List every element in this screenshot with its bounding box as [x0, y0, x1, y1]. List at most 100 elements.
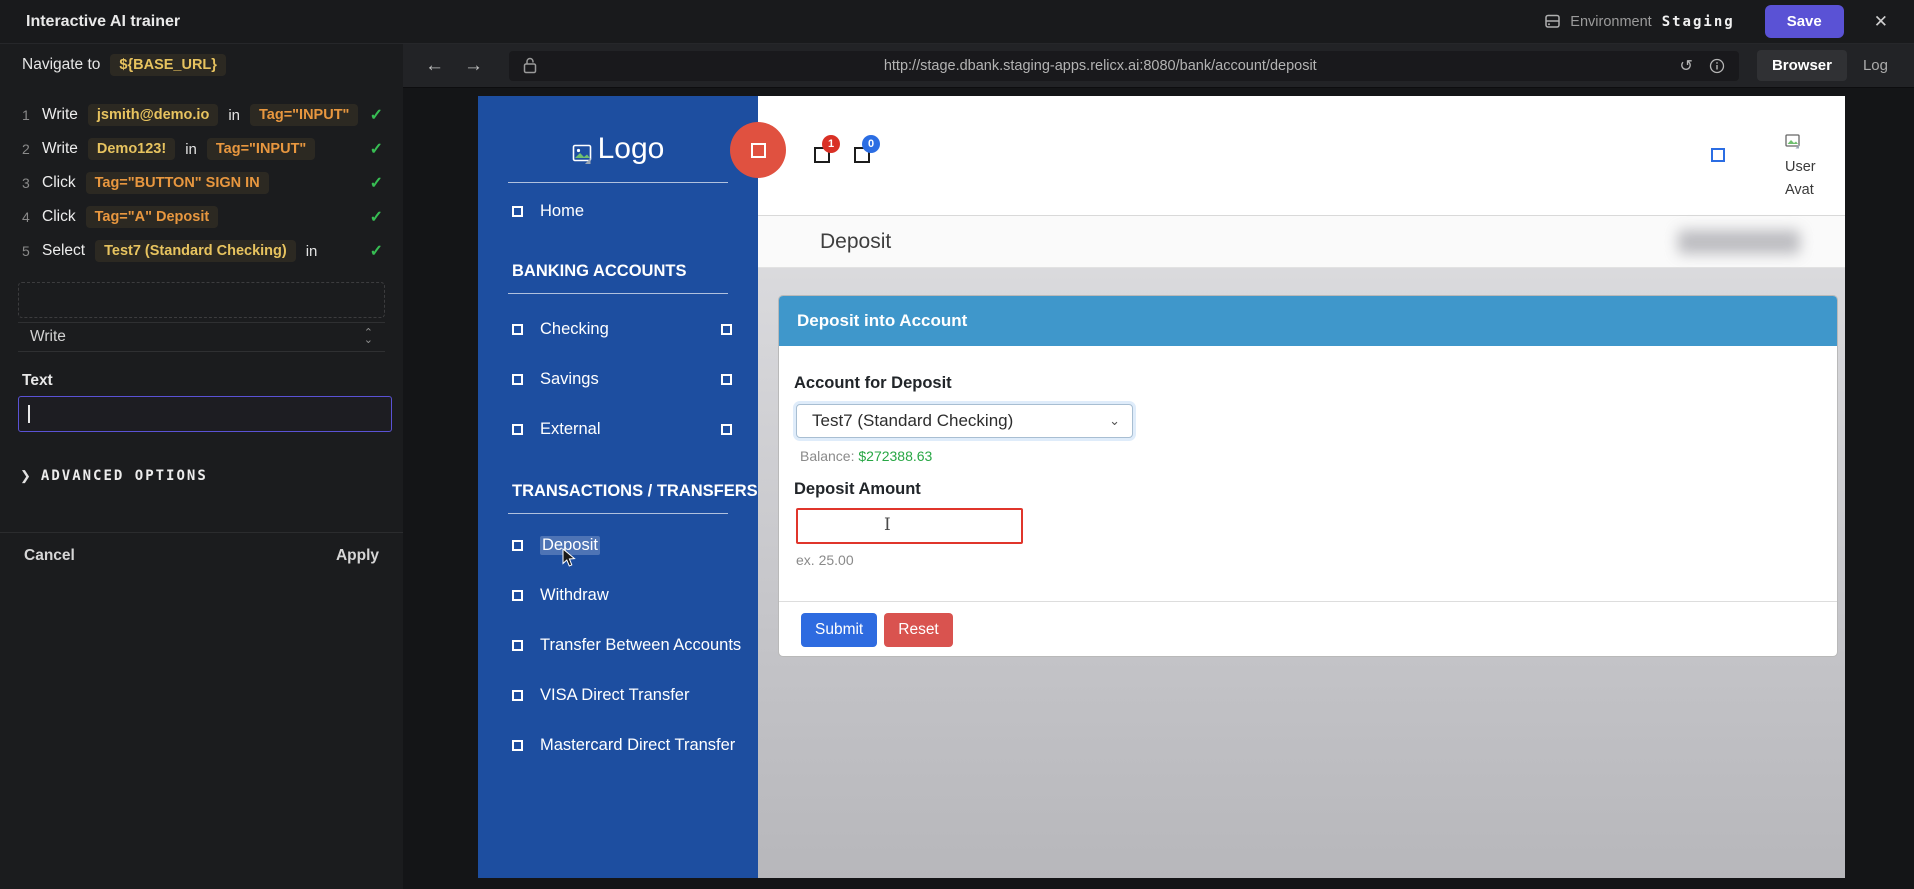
step-row-3[interactable]: 3 Click Tag="BUTTON" SIGN IN ✓ — [0, 166, 403, 200]
sidebar-item-home[interactable]: Home — [478, 196, 758, 226]
step-selector-token: Tag="BUTTON" SIGN IN — [86, 172, 269, 194]
section-title-transactions: TRANSACTIONS / TRANSFERS — [478, 482, 758, 501]
sidebar-item-visa-direct-transfer[interactable]: VISA Direct Transfer — [478, 680, 758, 710]
refresh-icon[interactable]: ↺ — [1680, 56, 1693, 76]
step-value-token: Test7 (Standard Checking) — [95, 240, 296, 262]
broken-image-icon — [512, 324, 523, 335]
broken-image-icon — [721, 324, 732, 335]
sidebar-item-label: Savings — [540, 370, 599, 389]
broken-image-icon — [572, 144, 594, 166]
section-title-banking-accounts: BANKING ACCOUNTS — [478, 262, 758, 281]
submit-button[interactable]: Submit — [801, 613, 877, 647]
cancel-button[interactable]: Cancel — [24, 547, 75, 565]
forward-button[interactable]: → — [464, 55, 483, 77]
app-title: Interactive AI trainer — [26, 13, 180, 31]
step-number: 2 — [22, 141, 42, 157]
bank-logo[interactable]: Logo — [478, 96, 758, 166]
notification-icon-messages[interactable]: 1 — [814, 147, 830, 163]
tab-log[interactable]: Log — [1863, 57, 1888, 74]
step-selector-token: Tag="INPUT" — [250, 104, 358, 126]
broken-image-icon — [721, 424, 732, 435]
step-success-check-icon: ✓ — [370, 139, 383, 159]
action-type-value: Write — [30, 328, 364, 346]
amount-hint: ex. 25.00 — [796, 552, 854, 568]
url-text: http://stage.dbank.staging-apps.relicx.a… — [537, 58, 1664, 74]
environment-icon — [1544, 13, 1561, 30]
advanced-options-toggle[interactable]: ❯ ADVANCED OPTIONS — [20, 468, 208, 484]
broken-image-icon — [1785, 134, 1802, 149]
step-number: 4 — [22, 209, 42, 225]
deposit-amount-input[interactable] — [796, 508, 1023, 544]
step-selector-token: Tag="A" Deposit — [86, 206, 219, 228]
sidebar-item-transfer-between-accounts[interactable]: Transfer Between Accounts — [478, 630, 758, 660]
step-row-5[interactable]: 5 Select Test7 (Standard Checking) in ✓ — [0, 234, 403, 268]
select-updown-icon: ⌃⌄ — [364, 330, 373, 344]
step-connector: in — [228, 107, 240, 124]
sidebar-item-label: VISA Direct Transfer — [540, 686, 689, 705]
sidebar-item-withdraw[interactable]: Withdraw — [478, 580, 758, 610]
step-connector: in — [185, 141, 197, 158]
sidebar-item-label: Withdraw — [540, 586, 609, 605]
back-button[interactable]: ← — [425, 55, 444, 77]
tab-browser[interactable]: Browser — [1757, 50, 1847, 81]
navigate-step[interactable]: Navigate to ${BASE_URL} — [22, 54, 226, 76]
broken-image-icon — [512, 640, 523, 651]
step-action: Write — [42, 106, 78, 124]
step-list: 1 Write jsmith@demo.io in Tag="INPUT" ✓ … — [0, 98, 403, 268]
stop-square-icon — [751, 143, 766, 158]
user-avatar[interactable]: User Avat — [1785, 134, 1837, 212]
sidebar-item-label: External — [540, 420, 601, 439]
base-url-token: ${BASE_URL} — [110, 54, 226, 76]
bank-sidebar: Logo Home BANKING ACCOUNTS Checking Savi… — [478, 96, 758, 878]
page-content: Deposit into Account Account for Deposit… — [758, 268, 1845, 878]
apply-button[interactable]: Apply — [336, 547, 379, 565]
stop-recording-button[interactable] — [730, 122, 786, 178]
sidebar-item-deposit[interactable]: Deposit — [478, 530, 758, 560]
sidebar-item-label: Home — [540, 202, 584, 221]
balance-row: Balance: $272388.63 — [800, 448, 932, 464]
step-success-check-icon: ✓ — [370, 173, 383, 193]
step-selector-token: Tag="INPUT" — [207, 138, 315, 160]
account-select-value: Test7 (Standard Checking) — [812, 411, 1109, 431]
action-type-select[interactable]: Write ⌃⌄ — [18, 322, 385, 352]
step-row-4[interactable]: 4 Click Tag="A" Deposit ✓ — [0, 200, 403, 234]
url-bar[interactable]: http://stage.dbank.staging-apps.relicx.a… — [509, 51, 1739, 81]
deposit-card-header: Deposit into Account — [779, 296, 1837, 346]
step-row-1[interactable]: 1 Write jsmith@demo.io in Tag="INPUT" ✓ — [0, 98, 403, 132]
sidebar-item-external[interactable]: External — [478, 414, 758, 444]
step-value-token: Demo123! — [88, 138, 175, 160]
sidebar-item-label: Deposit — [540, 536, 600, 555]
deposit-amount-label: Deposit Amount — [794, 480, 921, 499]
account-for-deposit-label: Account for Deposit — [794, 374, 952, 393]
broken-image-icon — [512, 690, 523, 701]
notification-icon-alerts[interactable]: 0 — [854, 147, 870, 163]
account-select[interactable]: Test7 (Standard Checking) ⌄ — [796, 404, 1133, 438]
step-action: Click — [42, 208, 76, 226]
broken-image-icon[interactable] — [1711, 148, 1725, 162]
step-success-check-icon: ✓ — [370, 105, 383, 125]
sidebar-item-checking[interactable]: Checking — [478, 314, 758, 344]
text-input[interactable] — [18, 396, 392, 432]
broken-image-icon — [512, 590, 523, 601]
close-icon[interactable]: ✕ — [1874, 12, 1888, 32]
sidebar-item-mastercard-direct-transfer[interactable]: Mastercard Direct Transfer — [478, 730, 758, 760]
broken-image-icon — [512, 540, 523, 551]
avatar-alt-text: User Avat — [1785, 156, 1837, 201]
blurred-welcome-text — [1678, 230, 1800, 254]
sidebar-item-label: Transfer Between Accounts — [540, 636, 741, 655]
reset-button[interactable]: Reset — [884, 613, 953, 647]
balance-label: Balance: — [800, 448, 854, 464]
sidebar-item-savings[interactable]: Savings — [478, 364, 758, 394]
environment-value[interactable]: Staging — [1662, 14, 1735, 30]
page-title-band: Deposit — [758, 216, 1845, 268]
step-connector: in — [306, 243, 318, 260]
step-row-2[interactable]: 2 Write Demo123! in Tag="INPUT" ✓ — [0, 132, 403, 166]
browser-region: ← → http://stage.dbank.staging-apps.reli… — [403, 44, 1914, 889]
broken-image-icon — [512, 424, 523, 435]
deposit-card-footer: Submit Reset — [779, 601, 1837, 657]
save-button[interactable]: Save — [1765, 5, 1844, 38]
info-icon[interactable] — [1709, 58, 1725, 74]
broken-image-icon — [512, 374, 523, 385]
broken-image-icon — [512, 206, 523, 217]
chevron-down-icon: ⌄ — [1109, 413, 1120, 429]
